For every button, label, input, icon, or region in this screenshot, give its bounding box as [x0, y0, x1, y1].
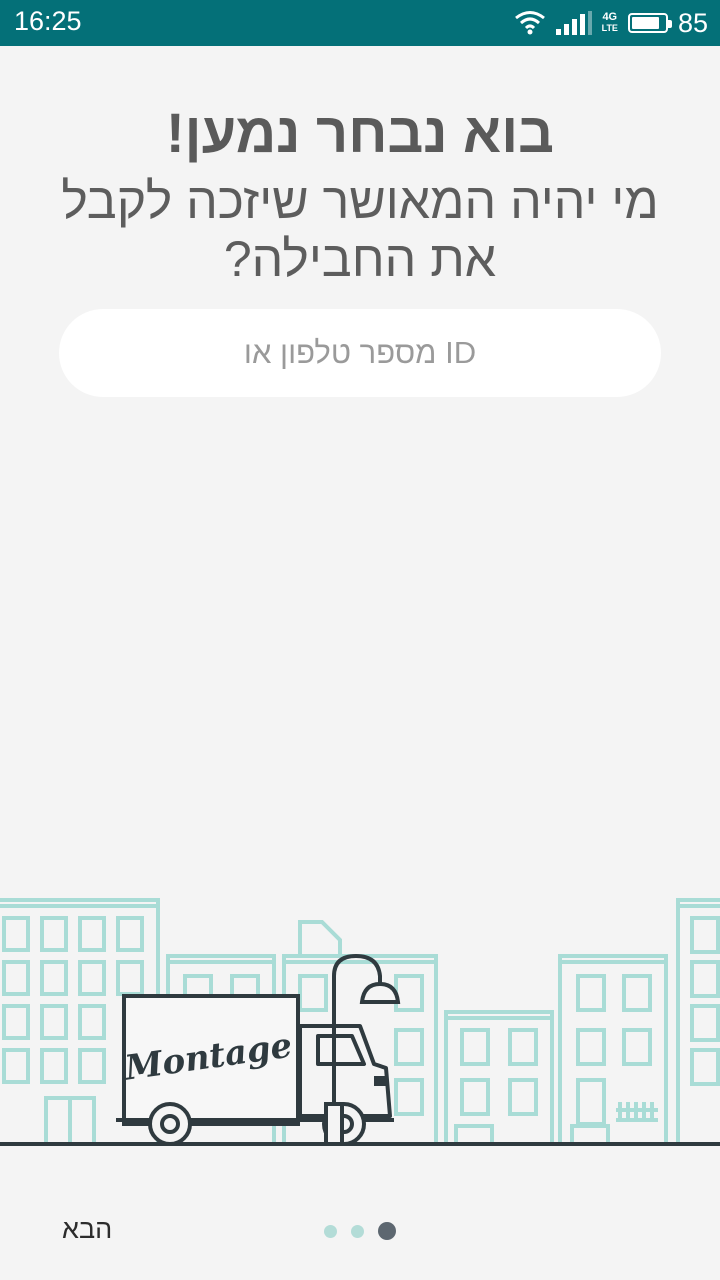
status-icons: 4G LTE 85: [514, 6, 708, 40]
network-type-label: 4G LTE: [602, 12, 618, 34]
page-subtitle: מי יהיה המאושר שיזכה לקבל את החבילה?: [61, 173, 659, 287]
signal-icon: [555, 11, 592, 35]
battery-icon: [627, 13, 672, 33]
page-dot-active: [378, 1222, 396, 1240]
network-type-top: 4G: [602, 11, 618, 23]
wifi-icon: [514, 11, 545, 35]
page-dot: [351, 1224, 364, 1238]
city-delivery-illustration: Montage: [0, 898, 720, 1146]
page-indicator: [324, 1222, 396, 1240]
status-bar: 16:25 4G LTE 85: [0, 0, 720, 46]
delivery-truck: Montage: [116, 994, 394, 1146]
next-button[interactable]: הבא: [62, 1214, 112, 1245]
status-time: 16:25: [14, 6, 82, 36]
battery-level: 85: [677, 7, 708, 38]
network-type-bottom: LTE: [601, 23, 618, 33]
page-dot: [324, 1224, 337, 1238]
building-one-windows: [2, 916, 144, 1084]
page-title: בוא נבחר נמען!: [166, 101, 554, 164]
recipient-id-input[interactable]: [59, 309, 661, 397]
battery-fill: [631, 17, 660, 29]
